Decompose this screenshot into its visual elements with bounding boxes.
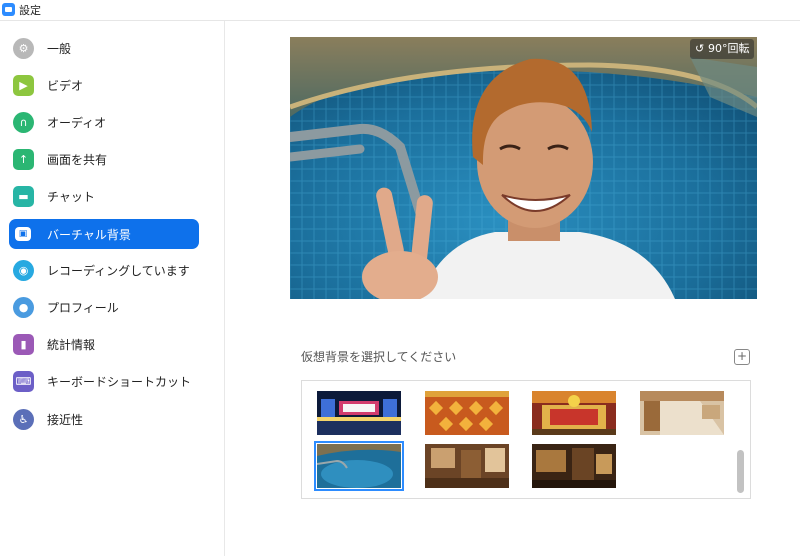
- sidebar-item-label: バーチャル背景: [47, 228, 131, 242]
- background-thumbnail-pool[interactable]: [314, 441, 404, 491]
- orange-pattern-thumbnail-image: [425, 391, 509, 435]
- sidebar-item-label: プロフィール: [47, 301, 119, 315]
- background-thumbnail-dark-interior[interactable]: [532, 444, 616, 488]
- statistics-icon: ▮: [13, 334, 34, 355]
- pool-thumbnail-image: [317, 444, 401, 488]
- sidebar-item-label: 統計情報: [47, 338, 96, 352]
- gear-icon: ⚙: [13, 38, 34, 59]
- sidebar-item-share-screen[interactable]: ↑ 画面を共有: [9, 144, 199, 174]
- add-background-button[interactable]: +: [734, 349, 750, 365]
- sidebar-item-recording[interactable]: ◉ レコーディングしています: [9, 255, 199, 285]
- plus-icon: +: [736, 349, 748, 363]
- accessibility-icon: ♿: [13, 409, 34, 430]
- stage-thumbnail-image: [317, 391, 401, 435]
- background-thumbnail-orange-pattern[interactable]: [425, 391, 509, 435]
- sidebar-item-label: レコーディングしています: [47, 264, 190, 278]
- sidebar-item-accessibility[interactable]: ♿ 接近性: [9, 404, 199, 434]
- title-bar: 設定: [0, 0, 800, 21]
- sidebar-item-label: オーディオ: [47, 116, 107, 130]
- window-title: 設定: [19, 4, 41, 17]
- room-thumbnail-image: [640, 391, 724, 435]
- dark-interior-thumbnail-image: [532, 444, 616, 488]
- wooden-interior-thumbnail-image: [425, 444, 509, 488]
- camera-preview-image: [290, 37, 757, 299]
- rotate-icon: ↺: [695, 42, 705, 55]
- sidebar-item-label: 一般: [47, 42, 72, 56]
- sidebar-item-virtual-background[interactable]: ▣ バーチャル背景: [9, 219, 199, 249]
- camera-preview: [290, 37, 757, 299]
- video-camera-icon: ▶: [13, 75, 34, 96]
- share-screen-icon: ↑: [13, 149, 34, 170]
- zoom-app-icon: [2, 3, 15, 16]
- rotate-90-button[interactable]: ↺ 90°回転: [690, 39, 754, 59]
- sidebar-item-profile[interactable]: ● プロフィール: [9, 292, 199, 322]
- sidebar-item-audio[interactable]: ∩ オーディオ: [9, 107, 199, 137]
- sidebar-item-general[interactable]: ⚙ 一般: [9, 33, 199, 63]
- recording-icon: ◉: [13, 260, 34, 281]
- headphones-icon: ∩: [13, 112, 34, 133]
- rotate-label: 90°回転: [708, 42, 750, 55]
- background-thumbnail-stage[interactable]: [317, 391, 401, 435]
- settings-sidebar: ⚙ 一般 ▶ ビデオ ∩ オーディオ ↑ 画面を共有 ▬ チャット ▣ バーチャ…: [0, 21, 225, 556]
- sidebar-item-statistics[interactable]: ▮ 統計情報: [9, 329, 199, 359]
- sidebar-item-label: ビデオ: [47, 79, 84, 93]
- sidebar-item-label: 接近性: [47, 413, 84, 427]
- sidebar-item-label: キーボードショートカット: [47, 375, 192, 389]
- background-thumbnail-room[interactable]: [640, 391, 724, 435]
- sidebar-item-keyboard-shortcuts[interactable]: ⌨ キーボードショートカット: [9, 366, 199, 396]
- background-thumbnail-festival[interactable]: [532, 391, 616, 435]
- sidebar-item-label: 画面を共有: [47, 153, 108, 167]
- keyboard-icon: ⌨: [13, 371, 34, 392]
- sidebar-item-chat[interactable]: ▬ チャット: [9, 181, 199, 211]
- chat-icon: ▬: [13, 186, 34, 207]
- festival-thumbnail-image: [532, 391, 616, 435]
- background-thumbnail-wooden-interior[interactable]: [425, 444, 509, 488]
- sidebar-item-video[interactable]: ▶ ビデオ: [9, 70, 199, 100]
- virtual-background-icon: ▣: [15, 227, 31, 241]
- profile-icon: ●: [13, 297, 34, 318]
- virtual-background-heading: 仮想背景を選択してください: [301, 350, 457, 364]
- gallery-scrollbar-thumb[interactable]: [737, 450, 744, 493]
- sidebar-item-label: チャット: [47, 190, 95, 204]
